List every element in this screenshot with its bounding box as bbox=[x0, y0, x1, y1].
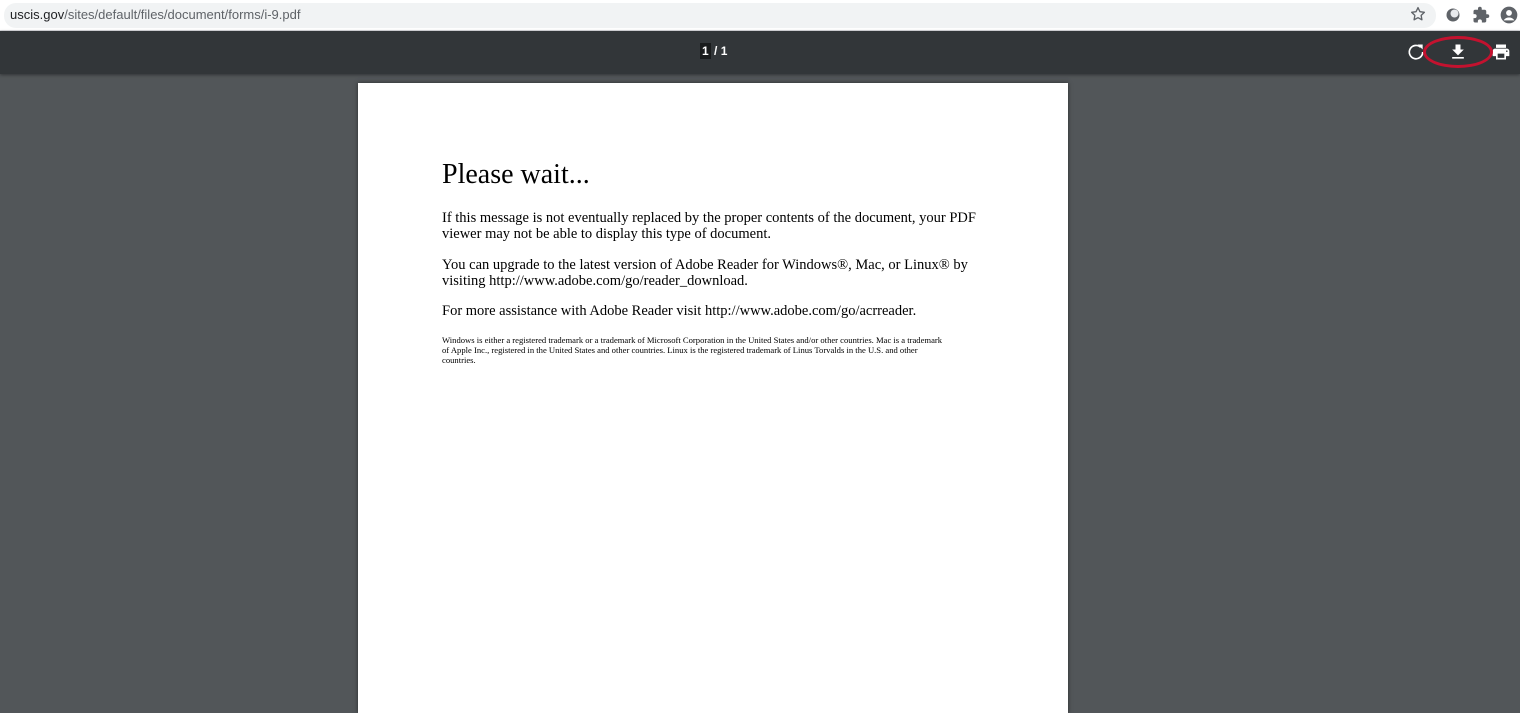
document-trademark-notice: Windows is either a registered trademark… bbox=[442, 335, 942, 365]
fine-print-line: Windows is either a registered trademark… bbox=[442, 335, 943, 345]
url-host: uscis.gov bbox=[10, 7, 65, 22]
browser-address-bar: uscis.gov/sites/default/files/document/f… bbox=[0, 0, 1520, 31]
download-highlight-ring bbox=[1423, 36, 1493, 68]
profile-icon[interactable] bbox=[1499, 5, 1519, 25]
page-total: 1 bbox=[720, 44, 728, 58]
page-indicator[interactable]: 1 / 1 bbox=[700, 43, 728, 59]
print-icon[interactable] bbox=[1491, 42, 1511, 62]
star-icon[interactable] bbox=[1409, 5, 1427, 23]
pdf-page: Please wait... If this message is not ev… bbox=[358, 83, 1068, 713]
paragraph-line: viewer may not be able to display this t… bbox=[442, 226, 771, 242]
fine-print-line: of Apple Inc., registered in the United … bbox=[442, 345, 918, 355]
page-current-input[interactable]: 1 bbox=[700, 43, 711, 59]
document-paragraph-viewer: If this message is not eventually replac… bbox=[442, 210, 976, 242]
url-field[interactable]: uscis.gov/sites/default/files/document/f… bbox=[4, 3, 1436, 28]
url-text[interactable]: uscis.gov/sites/default/files/document/f… bbox=[10, 7, 300, 22]
puzzle-icon[interactable] bbox=[1472, 6, 1490, 24]
extension-circle-icon[interactable] bbox=[1445, 7, 1461, 23]
document-paragraph-upgrade: You can upgrade to the latest version of… bbox=[442, 257, 968, 289]
page-separator: / bbox=[710, 44, 721, 58]
pdf-toolbar: 1 / 1 bbox=[0, 31, 1520, 74]
document-paragraph-assistance: For more assistance with Adobe Reader vi… bbox=[442, 303, 917, 319]
paragraph-line: visiting http://www.adobe.com/go/reader_… bbox=[442, 273, 748, 289]
fine-print-line: countries. bbox=[442, 355, 476, 365]
url-path: /sites/default/files/document/forms/i-9.… bbox=[64, 7, 301, 22]
paragraph-line: If this message is not eventually replac… bbox=[442, 210, 976, 226]
document-heading: Please wait... bbox=[442, 159, 590, 190]
paragraph-line: You can upgrade to the latest version of… bbox=[442, 257, 968, 273]
